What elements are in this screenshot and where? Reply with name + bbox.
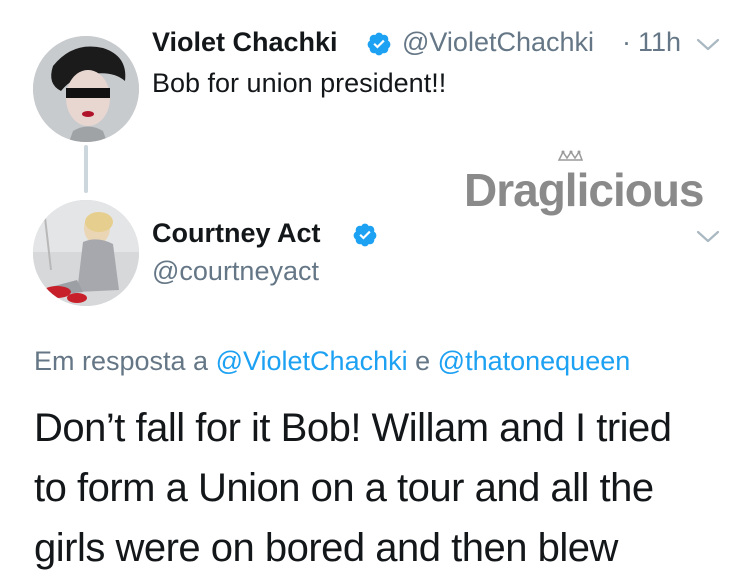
tweet1-timestamp[interactable]: 11h: [638, 27, 681, 58]
tweet1-handle[interactable]: @VioletChachki: [402, 27, 594, 58]
avatar-courtney-act[interactable]: [33, 200, 139, 306]
tweet2-handle[interactable]: @courtneyact: [152, 256, 319, 287]
chevron-down-icon[interactable]: [696, 38, 720, 52]
reply-join: e: [415, 346, 431, 376]
reply-prefix: Em resposta a: [34, 346, 209, 376]
tweet1-author-name[interactable]: Violet Chachki: [152, 27, 338, 58]
avatar-violet-image: [33, 36, 139, 142]
chevron-down-icon[interactable]: [696, 230, 720, 244]
tweet1-separator: ·: [622, 27, 631, 57]
tweet1-text: Bob for union president!!: [152, 68, 447, 98]
verified-badge-icon: [367, 32, 391, 56]
tweet2-author-name[interactable]: Courtney Act: [152, 218, 321, 249]
tweet2-text: Don’t fall for it Bob! Willam and I trie…: [34, 398, 734, 578]
tweet2-text-line: to form a Union on a tour and all the: [34, 466, 654, 510]
tweet2-text-line: Don’t fall for it Bob! Willam and I trie…: [34, 406, 672, 450]
crown-icon: [557, 150, 584, 161]
tweet2-text-line: girls were on bored and then blew: [34, 526, 618, 570]
avatar-courtney-image: [33, 200, 139, 306]
watermark-text: Draglicious: [464, 164, 704, 216]
draglicious-watermark-logo: Draglicious: [464, 150, 705, 216]
reply-mention-violet[interactable]: @VioletChachki: [216, 346, 408, 376]
reply-mention-thatonequeen[interactable]: @thatonequeen: [438, 346, 631, 376]
verified-badge-icon: [353, 223, 377, 247]
thread-connector-line: [84, 145, 88, 193]
reply-context: Em resposta a @VioletChachki e @thatoneq…: [34, 346, 630, 377]
avatar-violet-chachki[interactable]: [33, 36, 139, 142]
